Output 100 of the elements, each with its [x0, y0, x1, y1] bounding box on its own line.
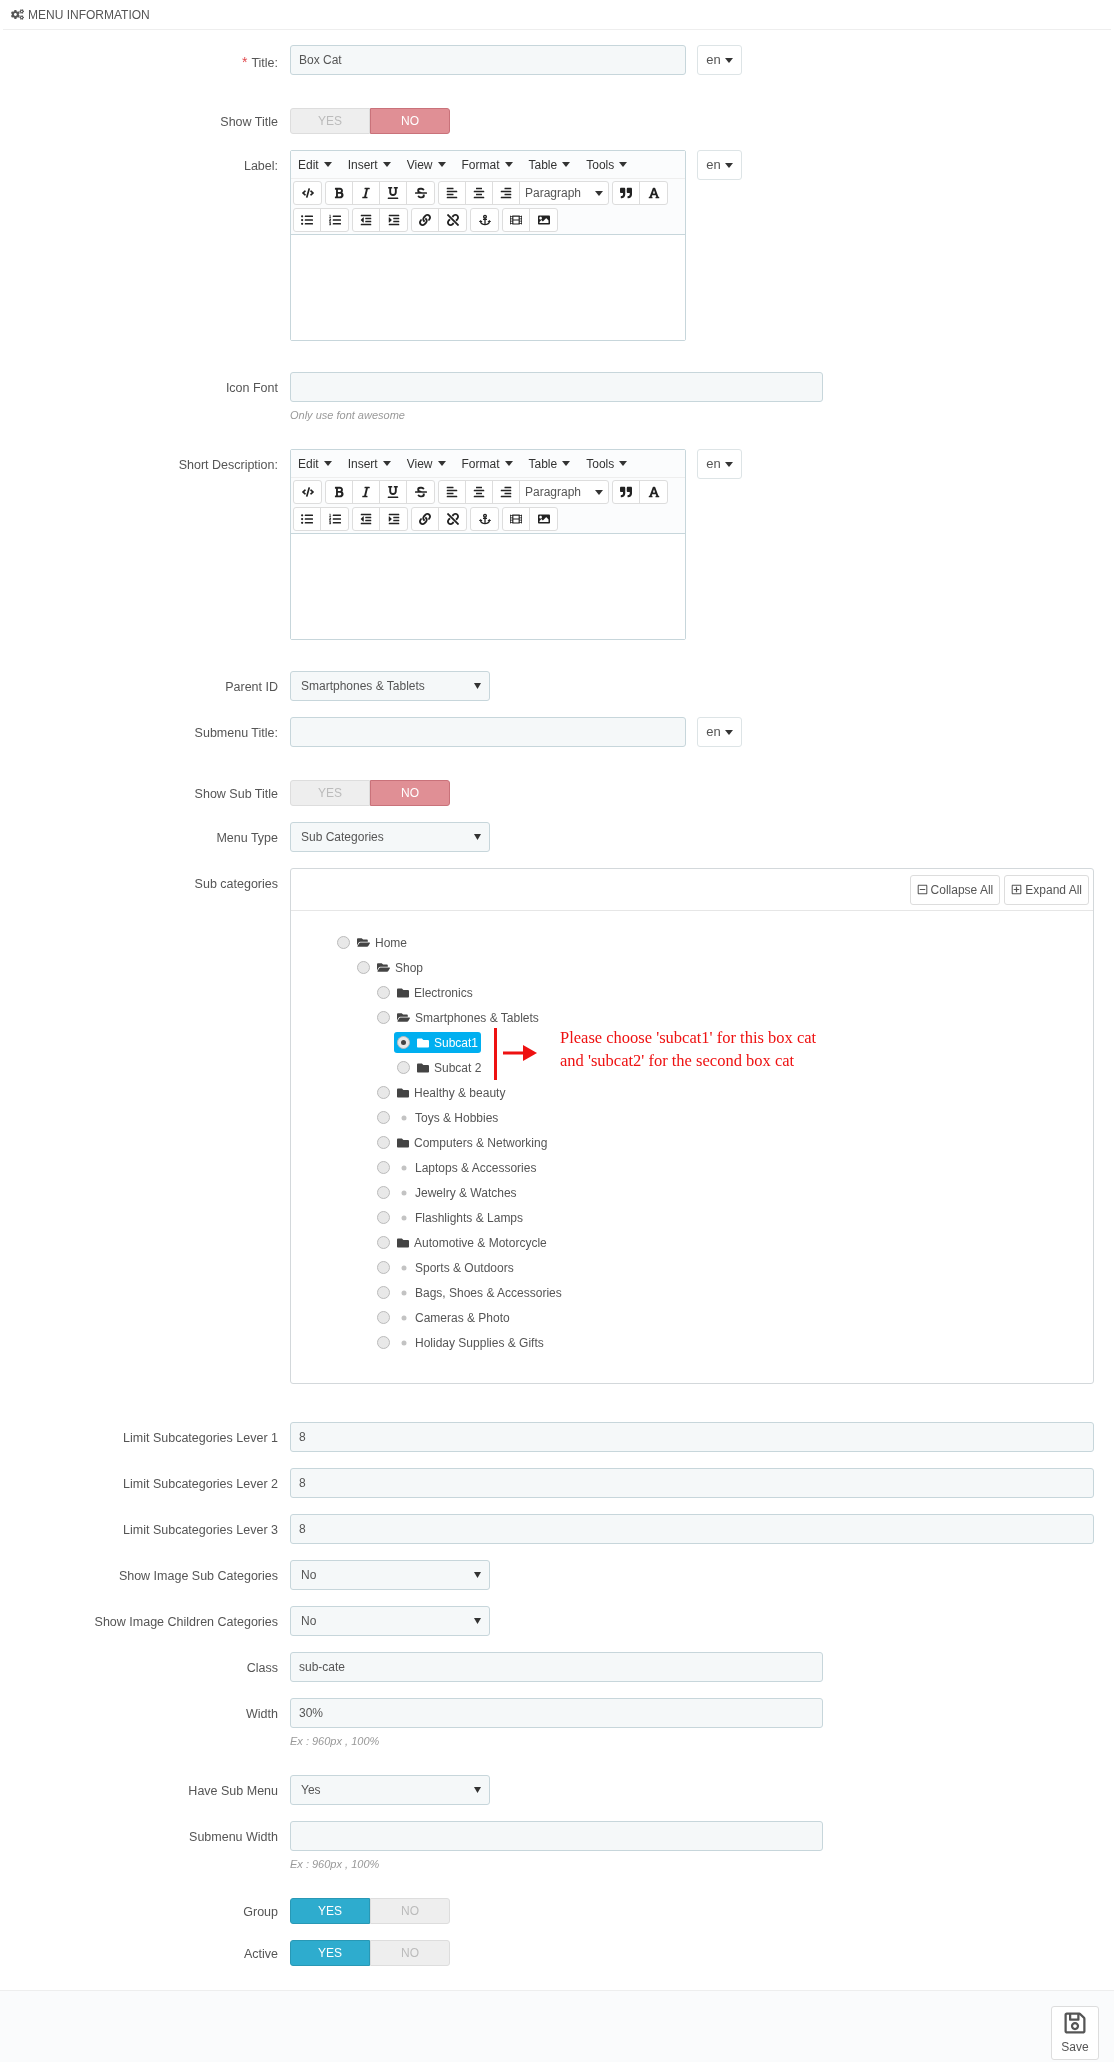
radio-button[interactable]: [377, 1211, 390, 1224]
text-input[interactable]: [290, 1821, 823, 1851]
code-icon: [301, 187, 314, 199]
tree-item[interactable]: Shop: [354, 957, 427, 978]
text-input[interactable]: sub-cate: [290, 1652, 823, 1682]
menu-item[interactable]: Tools: [586, 454, 628, 473]
menu-item[interactable]: Insert: [347, 454, 391, 473]
panel-title: MENU INFORMATION: [28, 6, 150, 24]
select-dropdown[interactable]: Smartphones & Tablets: [290, 671, 490, 701]
open-folder-icon: [397, 1011, 410, 1024]
expand-all-button[interactable]: Expand All: [1004, 874, 1089, 905]
tree-item[interactable]: Flashlights & Lamps: [374, 1207, 527, 1228]
radio-button[interactable]: [377, 1236, 390, 1249]
language-dropdown[interactable]: en: [697, 150, 742, 180]
link-icon: [419, 513, 431, 525]
format-dropdown[interactable]: Paragraph: [520, 182, 608, 204]
language-dropdown[interactable]: en: [697, 717, 742, 747]
caret-icon: [724, 461, 733, 467]
tree-item-label: Electronics: [414, 984, 473, 1002]
radio-button[interactable]: [377, 986, 390, 999]
save-button[interactable]: Save: [1051, 2006, 1099, 2060]
radio-button[interactable]: [377, 1011, 390, 1024]
menu-item[interactable]: Tools: [586, 155, 628, 174]
radio-button[interactable]: [377, 1086, 390, 1099]
menu-item[interactable]: Table: [528, 454, 571, 473]
align-right-icon: [500, 187, 512, 199]
bullet-list-icon: [301, 214, 313, 226]
select-dropdown[interactable]: No: [290, 1560, 490, 1590]
tree-item[interactable]: Holiday Supplies & Gifts: [374, 1332, 547, 1353]
caret-icon: [504, 162, 513, 167]
radio-button[interactable]: [377, 1311, 390, 1324]
tree-item[interactable]: Smartphones & Tablets: [374, 1007, 542, 1028]
tree-item[interactable]: Automotive & Motorcycle: [374, 1232, 550, 1253]
caret-icon: [382, 162, 391, 167]
menu-item[interactable]: Table: [528, 155, 571, 174]
image-icon: [537, 214, 550, 226]
text-input[interactable]: [290, 717, 686, 747]
tree-item[interactable]: Subcat 2: [394, 1057, 485, 1078]
collapse-all-button[interactable]: Collapse All: [909, 874, 1001, 905]
tree-item[interactable]: Electronics: [374, 982, 476, 1003]
radio-button[interactable]: [377, 1161, 390, 1174]
menu-item[interactable]: Edit: [298, 155, 332, 174]
underline-icon: [387, 486, 399, 498]
language-dropdown[interactable]: en: [697, 449, 742, 479]
tree-item[interactable]: Cameras & Photo: [374, 1307, 513, 1328]
radio-button[interactable]: [377, 1336, 390, 1349]
select-dropdown[interactable]: Yes: [290, 1775, 490, 1805]
tree-item[interactable]: Jewelry & Watches: [374, 1182, 520, 1203]
tree-item-label: Subcat1: [434, 1034, 479, 1052]
radio-button[interactable]: [377, 1111, 390, 1124]
tree-item-label: Shop: [395, 959, 424, 977]
menu-item[interactable]: View: [406, 155, 446, 174]
menu-item[interactable]: Edit: [298, 454, 332, 473]
caret-icon: [437, 162, 446, 167]
language-dropdown[interactable]: en: [697, 45, 742, 75]
tree-item[interactable]: Toys & Hobbies: [374, 1107, 502, 1128]
field-label: Limit Subcategories Lever 2: [123, 1476, 278, 1493]
tree-item[interactable]: Healthy & beauty: [374, 1082, 509, 1103]
text-input[interactable]: 8: [290, 1514, 1094, 1544]
menu-item[interactable]: Format: [461, 155, 513, 174]
text-input[interactable]: Box Cat: [290, 45, 686, 75]
text-input[interactable]: 8: [290, 1468, 1094, 1498]
menu-item[interactable]: Insert: [347, 155, 391, 174]
menu-item[interactable]: Format: [461, 454, 513, 473]
radio-button[interactable]: [377, 1186, 390, 1199]
radio-button[interactable]: [357, 961, 370, 974]
caret-icon: [474, 1572, 481, 1578]
radio-button[interactable]: [397, 1036, 410, 1049]
tree-item[interactable]: Sports & Outdoors: [374, 1257, 517, 1278]
caret-icon: [504, 461, 513, 466]
tree-item[interactable]: Computers & Networking: [374, 1132, 551, 1153]
field-label: Limit Subcategories Lever 3: [123, 1522, 278, 1539]
radio-button[interactable]: [377, 1261, 390, 1274]
select-dropdown[interactable]: Sub Categories: [290, 822, 490, 852]
text-input[interactable]: 30%: [290, 1698, 823, 1728]
underline-icon: [387, 187, 399, 199]
menu-item[interactable]: View: [406, 454, 446, 473]
field-label: Active: [243, 1946, 278, 1963]
annotation-bar: [494, 1028, 497, 1080]
format-dropdown[interactable]: Paragraph: [520, 481, 608, 503]
radio-button[interactable]: [377, 1286, 390, 1299]
text-input[interactable]: [290, 372, 823, 402]
radio-button[interactable]: [377, 1136, 390, 1149]
strikethrough-icon: [414, 486, 427, 498]
field-label: Title:: [251, 55, 278, 72]
strikethrough-icon: [414, 187, 427, 199]
field-label: Show Title: [220, 114, 278, 131]
text-input[interactable]: 8: [290, 1422, 1094, 1452]
tree-item-label: Cameras & Photo: [415, 1309, 510, 1327]
folder-icon: [397, 986, 409, 999]
tree-item[interactable]: Home: [334, 932, 410, 953]
field-label: Menu Type: [216, 830, 278, 847]
tree-item[interactable]: Laptops & Accessories: [374, 1157, 540, 1178]
radio-button[interactable]: [397, 1061, 410, 1074]
text-color-icon: [647, 486, 660, 498]
align-center-icon: [473, 486, 485, 498]
outdent-icon: [360, 513, 372, 525]
radio-button[interactable]: [337, 936, 350, 949]
tree-item[interactable]: Bags, Shoes & Accessories: [374, 1282, 565, 1303]
select-dropdown[interactable]: No: [290, 1606, 490, 1636]
